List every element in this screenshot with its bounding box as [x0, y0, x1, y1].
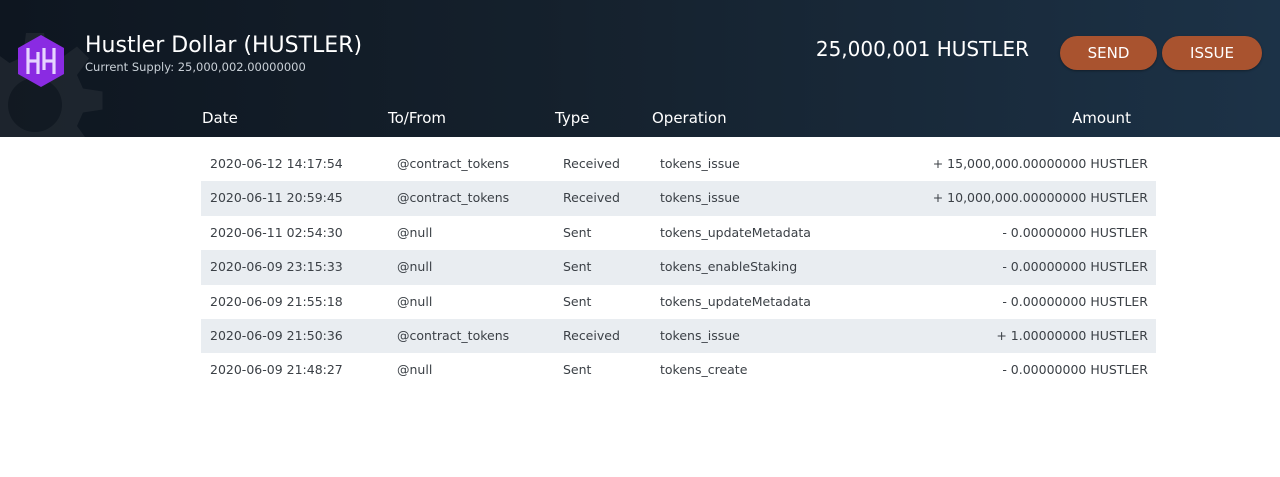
table-row[interactable]: 2020-06-09 21:50:36 @contract_tokens Rec…	[201, 318, 1156, 354]
row-amount: + 1.00000000 HUSTLER	[996, 327, 1148, 343]
table-row[interactable]: 2020-06-09 23:15:33 @null Sent tokens_en…	[201, 250, 1156, 285]
row-date: 2020-06-09 23:15:33	[210, 259, 343, 275]
row-operation: tokens_create	[660, 362, 748, 378]
column-header-amount[interactable]: Amount	[1072, 109, 1131, 127]
table-row[interactable]: 2020-06-09 21:55:18 @null Sent tokens_up…	[201, 285, 1156, 319]
table-row[interactable]: 2020-06-12 14:17:54 @contract_tokens Rec…	[201, 147, 1156, 181]
table-row[interactable]: 2020-06-11 20:59:45 @contract_tokens Rec…	[201, 181, 1156, 216]
row-type: Sent	[563, 362, 592, 378]
row-operation: tokens_updateMetadata	[660, 224, 811, 240]
row-amount: - 0.00000000 HUSTLER	[1002, 224, 1148, 240]
row-to-from[interactable]: @null	[397, 285, 432, 319]
current-supply: Current Supply: 25,000,002.00000000	[85, 60, 306, 74]
row-amount: + 15,000,000.00000000 HUSTLER	[932, 156, 1148, 171]
row-to-from[interactable]: @null	[397, 216, 432, 250]
row-to-from[interactable]: @contract_tokens	[397, 147, 509, 181]
table-row[interactable]: 2020-06-11 02:54:30 @null Sent tokens_up…	[201, 216, 1156, 250]
column-header-date[interactable]: Date	[202, 109, 238, 127]
token-title: Hustler Dollar (HUSTLER)	[85, 33, 363, 58]
row-operation: tokens_enableStaking	[660, 259, 798, 275]
row-date: 2020-06-12 14:17:54	[210, 156, 343, 171]
row-amount: + 10,000,000.00000000 HUSTLER	[932, 190, 1148, 206]
row-operation: tokens_updateMetadata	[660, 293, 811, 309]
row-operation: tokens_issue	[660, 156, 740, 171]
row-type: Sent	[563, 293, 592, 309]
balance-display: 25,000,001 HUSTLER	[815, 37, 1029, 61]
row-amount: - 0.00000000 HUSTLER	[1002, 259, 1148, 275]
column-header-operation[interactable]: Operation	[652, 109, 727, 127]
hustler-logo-icon	[18, 35, 64, 87]
table-row[interactable]: 2020-06-09 21:48:27 @null Sent tokens_cr…	[201, 353, 1156, 387]
row-date: 2020-06-09 21:55:18	[210, 293, 343, 309]
row-date: 2020-06-09 21:48:27	[210, 362, 343, 378]
row-type: Received	[563, 327, 620, 343]
row-amount: - 0.00000000 HUSTLER	[1002, 293, 1148, 309]
row-operation: tokens_issue	[660, 327, 740, 343]
row-amount: - 0.00000000 HUSTLER	[1002, 362, 1148, 378]
token-header: Hustler Dollar (HUSTLER) Current Supply:…	[0, 0, 1280, 137]
row-date: 2020-06-11 02:54:30	[210, 224, 343, 240]
transactions-table: 2020-06-12 14:17:54 @contract_tokens Rec…	[201, 147, 1156, 388]
column-header-type[interactable]: Type	[555, 109, 589, 127]
row-type: Received	[563, 156, 620, 171]
row-type: Received	[563, 190, 620, 206]
column-header-to-from[interactable]: To/From	[388, 109, 446, 127]
row-type: Sent	[563, 224, 592, 240]
row-type: Sent	[563, 259, 592, 275]
row-to-from[interactable]: @contract_tokens	[397, 181, 509, 215]
row-date: 2020-06-09 21:50:36	[210, 327, 343, 343]
issue-button[interactable]: ISSUE	[1162, 36, 1262, 70]
row-to-from[interactable]: @contract_tokens	[397, 319, 509, 353]
row-operation: tokens_issue	[660, 190, 740, 206]
row-date: 2020-06-11 20:59:45	[210, 190, 343, 206]
row-to-from[interactable]: @null	[397, 250, 432, 284]
send-button[interactable]: SEND	[1060, 36, 1157, 70]
row-to-from[interactable]: @null	[397, 353, 432, 387]
